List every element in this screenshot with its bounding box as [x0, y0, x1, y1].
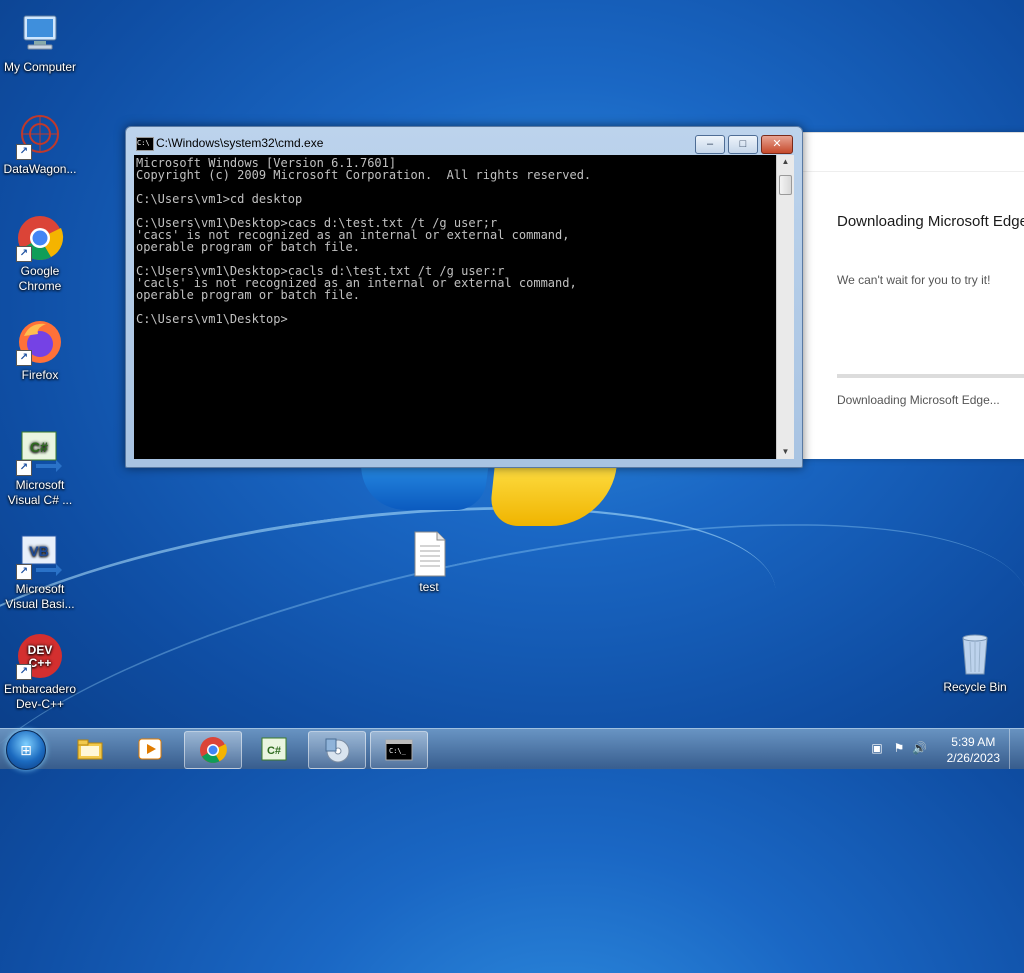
visual-basic-icon: VB ↗ [16, 532, 64, 580]
download-progress-bar [837, 374, 1024, 378]
minimize-button[interactable]: – [695, 135, 725, 154]
desktop-icon-label: My Computer [3, 60, 77, 74]
system-tray: ▣ ⚑ 🔊 5:39 AM 2/26/2023 [864, 729, 1024, 769]
command-prompt-icon: C:\_ [385, 736, 413, 764]
taskbar-explorer[interactable] [62, 731, 118, 767]
windows-logo-icon: ⊞ [20, 742, 32, 758]
taskbar-visual-csharp[interactable]: C# [246, 731, 302, 767]
shortcut-arrow-icon: ↗ [16, 246, 32, 262]
show-desktop-button[interactable] [1009, 729, 1024, 769]
shortcut-arrow-icon: ↗ [16, 564, 32, 580]
action-center-flag-icon[interactable]: ⚑ [892, 741, 906, 755]
network-icon[interactable]: ▣ [870, 741, 884, 755]
shortcut-arrow-icon: ↗ [16, 460, 32, 476]
maximize-button[interactable]: □ [728, 135, 758, 154]
desktop-icon-my-computer[interactable]: My Computer [0, 10, 80, 75]
console-output: Microsoft Windows [Version 6.1.7601] Cop… [136, 156, 592, 326]
taskbar-command-prompt[interactable]: C:\_ [370, 731, 428, 769]
shortcut-arrow-icon: ↗ [16, 664, 32, 680]
taskbar-media-player[interactable] [122, 731, 178, 767]
title-bar[interactable]: C:\ C:\Windows\system32\cmd.exe – □ ✕ [126, 127, 802, 155]
svg-text:C#: C# [267, 745, 281, 757]
shortcut-arrow-icon: ↗ [16, 350, 32, 366]
clock-date: 2/26/2023 [946, 751, 1000, 765]
window-title: C:\Windows\system32\cmd.exe [156, 136, 324, 150]
media-player-icon [136, 735, 164, 763]
svg-text:C#: C# [30, 439, 48, 455]
desktop-icon-label: Microsoft Visual Basi... [5, 582, 75, 611]
start-button[interactable]: ⊞ [6, 730, 46, 770]
desktop-icon-label: Embarcadero Dev-C++ [3, 682, 77, 711]
taskbar-chrome[interactable] [184, 731, 242, 769]
firefox-icon: ↗ [16, 318, 64, 366]
clock-time: 5:39 AM [951, 735, 996, 749]
desktop-icon-dev-cpp[interactable]: DEV C++ ↗ Embarcadero Dev-C++ [0, 632, 80, 712]
svg-text:DEV: DEV [28, 643, 53, 657]
dev-cpp-icon: DEV C++ ↗ [16, 632, 64, 680]
vertical-scrollbar[interactable]: ▲ ▼ [776, 155, 794, 459]
chrome-icon: ↗ [16, 214, 64, 262]
datawagon-icon: ↗ [16, 112, 64, 160]
cmd-icon: C:\ [136, 137, 154, 151]
desktop-icon-google-chrome[interactable]: ↗ Google Chrome [0, 214, 80, 294]
text-file-icon [405, 530, 453, 578]
desktop-icon-label: Recycle Bin [943, 680, 1007, 694]
console-area[interactable]: Microsoft Windows [Version 6.1.7601] Cop… [134, 155, 776, 459]
svg-text:C++: C++ [29, 656, 52, 670]
desktop-icon-label: Google Chrome [18, 264, 62, 293]
visual-csharp-icon: C# ↗ [16, 428, 64, 476]
close-button[interactable]: ✕ [761, 135, 793, 154]
desktop-icon-recycle-bin[interactable]: Recycle Bin [935, 630, 1015, 695]
folder-icon [76, 735, 104, 763]
desktop-icon-firefox[interactable]: ↗ Firefox [0, 318, 80, 383]
svg-text:VB: VB [29, 543, 48, 559]
edge-download-dialog: Downloading Microsoft Edge We can't wait… [802, 132, 1024, 459]
svg-text:C:\_: C:\_ [389, 747, 407, 755]
chrome-icon [199, 736, 227, 764]
clock[interactable]: 5:39 AM 2/26/2023 [947, 734, 1000, 766]
scroll-down-icon[interactable]: ▼ [777, 445, 794, 459]
dialog-subtitle: We can't wait for you to try it! [837, 273, 991, 287]
desktop-icon-label: test [419, 580, 439, 594]
taskbar: ⊞ C# C:\_ ▣ ⚑ 🔊 5:39 AM 2/26/2023 [0, 728, 1024, 770]
desktop-icon-label: Firefox [21, 368, 59, 382]
cmd-window[interactable]: C:\ C:\Windows\system32\cmd.exe – □ ✕ Mi… [125, 126, 803, 468]
desktop-icon-visual-csharp[interactable]: C# ↗ Microsoft Visual C# ... [0, 428, 80, 508]
setup-disc-icon [323, 736, 351, 764]
visual-csharp-icon: C# [260, 735, 288, 763]
dialog-header [802, 133, 1024, 172]
desktop-icon-label: DataWagon... [3, 162, 77, 176]
volume-icon[interactable]: 🔊 [912, 741, 927, 755]
taskbar-setup[interactable] [308, 731, 366, 769]
computer-icon [16, 10, 64, 58]
desktop-icon-datawagon[interactable]: ↗ DataWagon... [0, 112, 80, 177]
download-status: Downloading Microsoft Edge... [837, 393, 1000, 407]
desktop-icon-label: Microsoft Visual C# ... [7, 478, 73, 507]
recycle-bin-icon [951, 630, 999, 678]
desktop-icon-test-file[interactable]: test [389, 530, 469, 595]
dialog-title: Downloading Microsoft Edge [837, 213, 1024, 230]
desktop-icon-visual-basic[interactable]: VB ↗ Microsoft Visual Basi... [0, 532, 80, 612]
scroll-thumb[interactable] [779, 175, 792, 195]
scroll-up-icon[interactable]: ▲ [777, 155, 794, 169]
shortcut-arrow-icon: ↗ [16, 144, 32, 160]
